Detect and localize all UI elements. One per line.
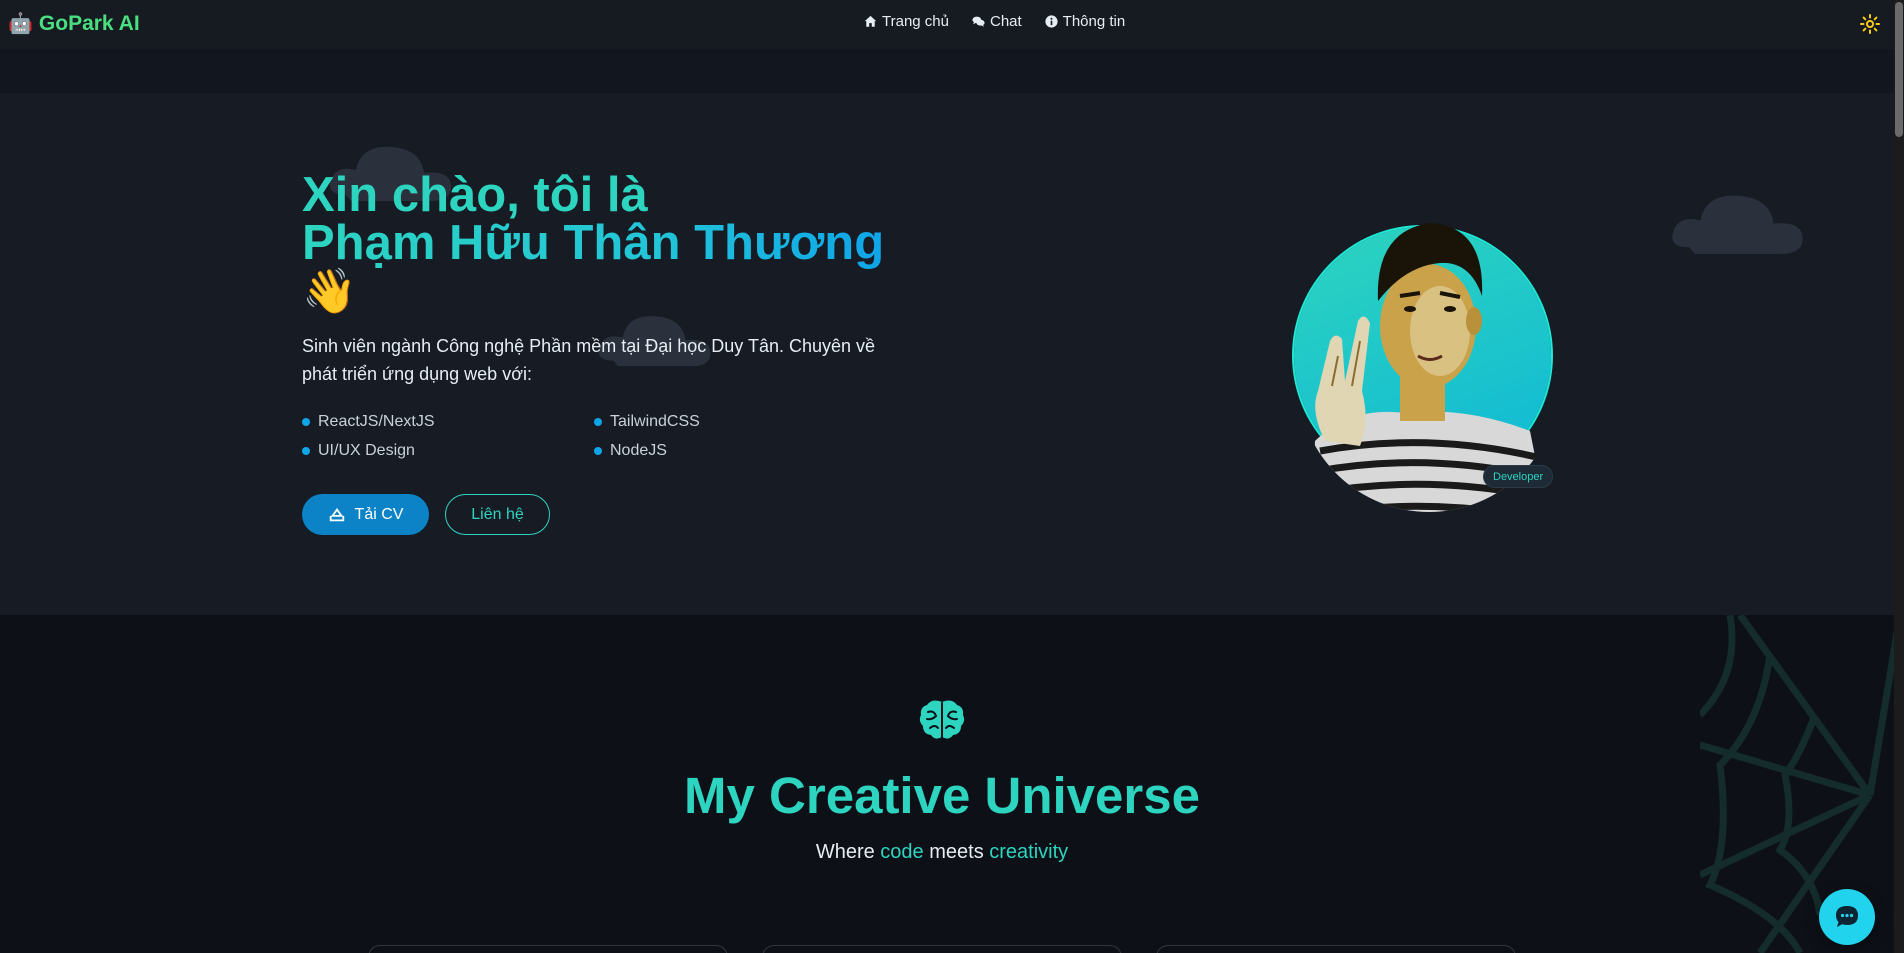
developer-badge: Developer — [1483, 465, 1554, 488]
nav-home-label: Trang chủ — [882, 13, 949, 30]
home-icon — [864, 15, 877, 27]
sub-header-bar — [0, 49, 1894, 93]
skill-label: UI/UX Design — [318, 442, 415, 459]
bullet-dot — [594, 447, 602, 455]
nav-info-link[interactable]: Thông tin — [1045, 13, 1126, 30]
subtitle-text: meets — [923, 841, 990, 863]
skill-label: NodeJS — [610, 442, 667, 459]
hero-title: Xin chào, tôi là Phạm Hữu Thân Thương 👋 — [302, 171, 884, 317]
nav-chat-link[interactable]: Chat — [972, 13, 1022, 30]
skill-item: UI/UX Design — [302, 442, 594, 460]
navbar: 🤖 GoPark AI Trang chủ Chat Thông tin — [0, 0, 1894, 49]
universe-card[interactable] — [762, 945, 1122, 953]
info-circle-icon — [1045, 15, 1058, 28]
section-subtitle: Where code meets creativity — [0, 841, 1884, 864]
chat-bubble-icon — [1836, 906, 1858, 927]
skill-label: ReactJS/NextJS — [318, 413, 435, 430]
universe-card[interactable] — [1156, 945, 1516, 953]
section-title: My Creative Universe — [684, 767, 1200, 824]
download-icon — [329, 507, 344, 521]
skills-list: ReactJS/NextJS TailwindCSS UI/UX Design … — [302, 413, 722, 460]
waving-hand-icon: 👋 — [302, 267, 357, 316]
bullet-dot — [302, 418, 310, 426]
download-cv-button[interactable]: Tải CV — [302, 494, 429, 535]
theme-toggle-button[interactable] — [1859, 13, 1881, 35]
cloud-decoration — [1672, 195, 1803, 254]
contact-button[interactable]: Liên hệ — [445, 494, 550, 535]
skill-item: NodeJS — [594, 442, 724, 460]
nav-links: Trang chủ Chat Thông tin — [864, 13, 1125, 30]
chat-widget-button[interactable] — [1819, 889, 1875, 945]
skill-item: TailwindCSS — [594, 413, 724, 431]
brain-icon — [919, 700, 965, 739]
hero-greeting: Xin chào, tôi là — [302, 168, 648, 222]
hero-section: Xin chào, tôi là Phạm Hữu Thân Thương 👋 … — [0, 93, 1894, 615]
universe-card[interactable] — [368, 945, 728, 953]
skill-label: TailwindCSS — [610, 413, 700, 430]
robot-icon: 🤖 — [8, 13, 33, 35]
scrollbar-thumb[interactable] — [1895, 2, 1903, 137]
page-scrollbar[interactable] — [1894, 0, 1904, 953]
brand-logo[interactable]: 🤖 GoPark AI — [8, 11, 140, 36]
subtitle-highlight-creativity: creativity — [989, 841, 1069, 863]
hero-description: Sinh viên ngành Công nghệ Phần mềm tại Đ… — [302, 336, 876, 384]
nav-home-link[interactable]: Trang chủ — [864, 13, 949, 30]
hero-name: Phạm Hữu Thân Thương — [302, 216, 885, 270]
brand-name: GoPark AI — [38, 11, 140, 35]
subtitle-text: Where — [815, 841, 881, 863]
comments-icon — [972, 16, 985, 27]
bullet-dot — [302, 447, 310, 455]
subtitle-highlight-code: code — [880, 841, 924, 863]
sun-icon — [1860, 14, 1880, 34]
creative-universe-section: My Creative Universe Where code meets cr… — [0, 615, 1894, 953]
download-cv-label: Tải CV — [354, 505, 404, 523]
nav-chat-label: Chat — [989, 13, 1022, 30]
nav-info-label: Thông tin — [1062, 13, 1126, 30]
contact-label: Liên hệ — [471, 505, 524, 523]
skill-item: ReactJS/NextJS — [302, 413, 594, 431]
bullet-dot — [594, 418, 602, 426]
